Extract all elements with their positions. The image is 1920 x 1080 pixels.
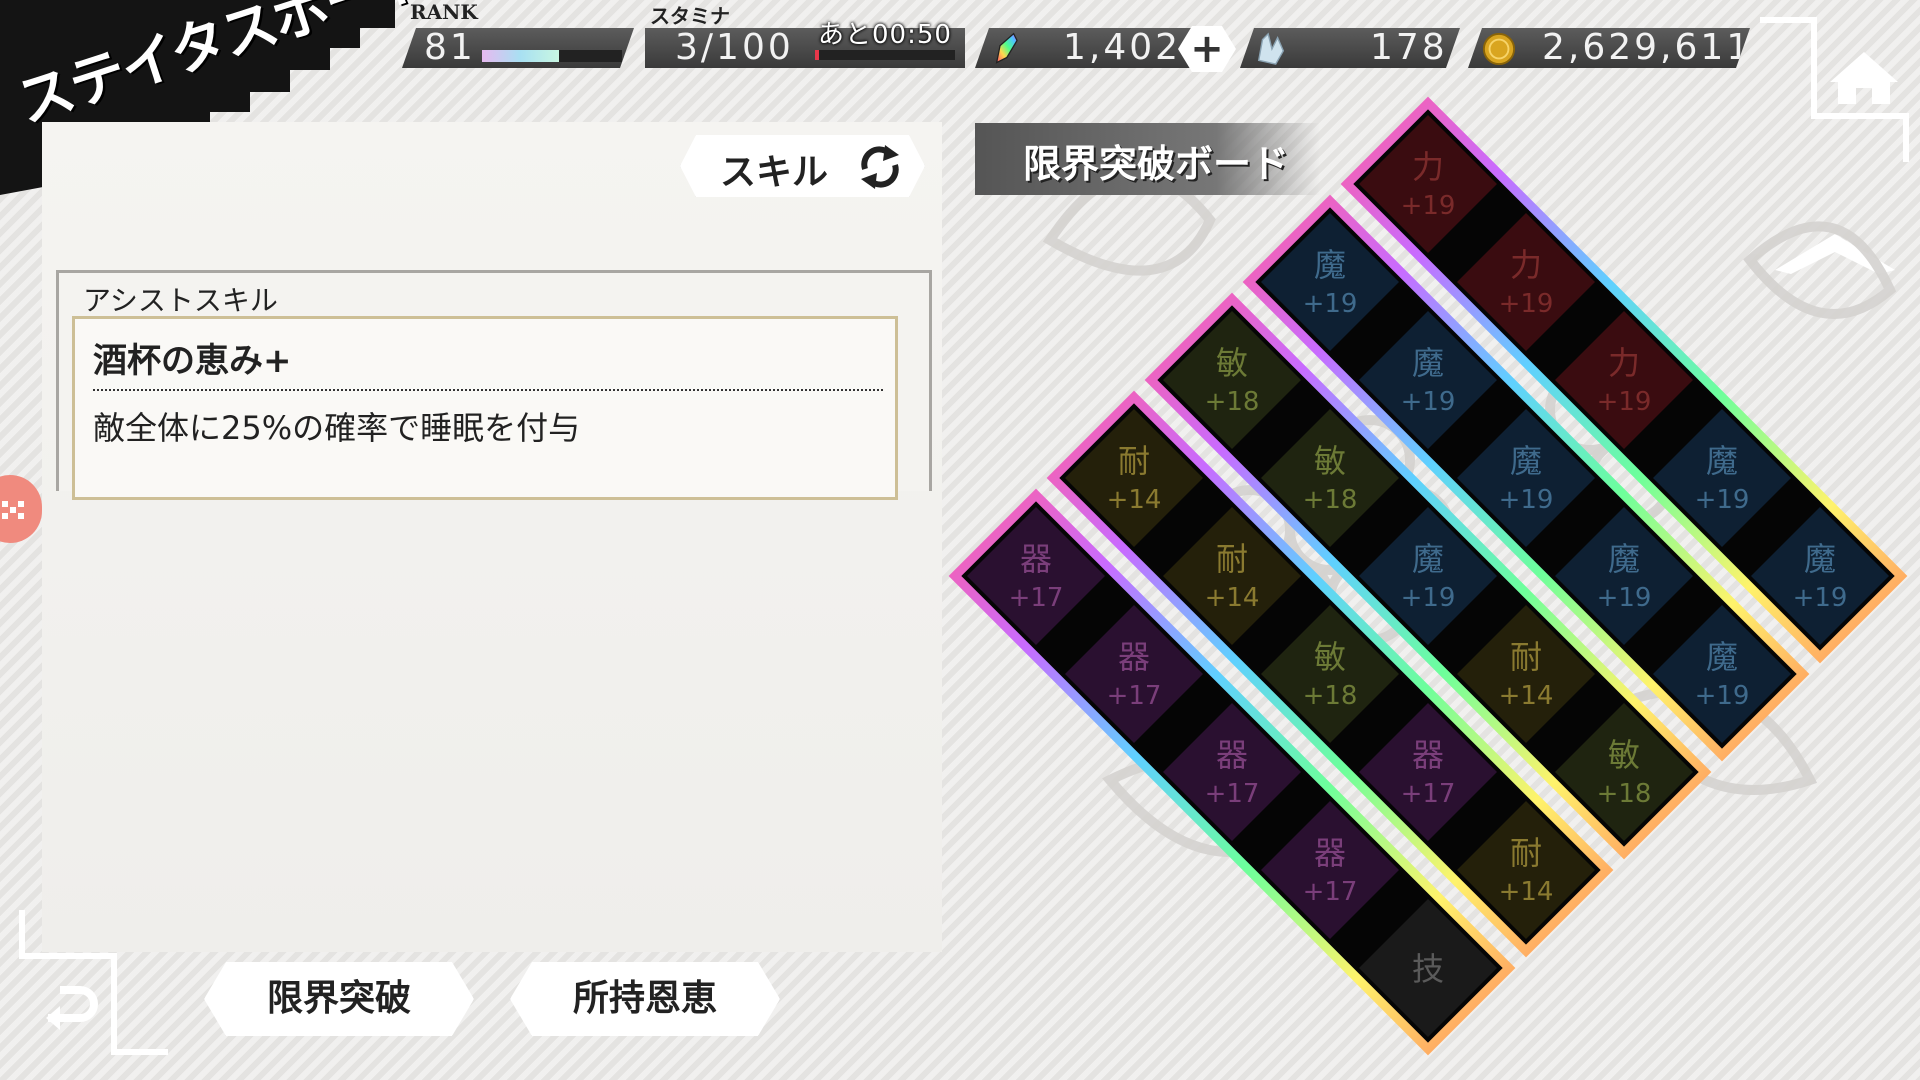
board-cell-value: +18: [1303, 485, 1358, 515]
assist-skill-header: アシストスキル: [83, 284, 278, 317]
board-cell-value: +17: [1107, 681, 1162, 711]
board-cell-stat: 耐: [1510, 834, 1542, 872]
board-cell-value: +19: [1401, 191, 1456, 221]
back-button[interactable]: [18, 910, 168, 1060]
board-cell-value: +19: [1303, 289, 1358, 319]
board-cell-value: +14: [1107, 485, 1162, 515]
board-cell-value: +19: [1401, 583, 1456, 613]
board-cell-value: +19: [1597, 387, 1652, 417]
rank-progress-fill: [482, 50, 559, 62]
rank-pill: 81: [402, 28, 634, 68]
rank-label: RANK: [410, 0, 478, 24]
board-title-plate: 限界突破ボード: [975, 123, 1320, 195]
board-cell-value: +19: [1401, 387, 1456, 417]
board-cell-stat: 耐: [1118, 442, 1150, 480]
board-cell-stat: 耐: [1510, 638, 1542, 676]
stamina-value: 3/100: [675, 27, 794, 68]
board-cell-value: +17: [1303, 877, 1358, 907]
skill-toggle-label: スキル: [720, 152, 829, 193]
board-cell-stat: 敏: [1314, 638, 1346, 676]
board-cell-stat: 敏: [1608, 736, 1640, 774]
stamina-label: スタミナ: [650, 4, 730, 28]
board-cell-value: +19: [1597, 583, 1652, 613]
board-cell-stat: 力: [1412, 148, 1444, 186]
board-cell-value: +19: [1793, 583, 1848, 613]
side-menu-tab[interactable]: [0, 475, 42, 543]
board-cell-stat: 魔: [1804, 540, 1836, 578]
skill-name: 酒杯の恵み+: [93, 341, 292, 381]
board-cell-stat: 器: [1118, 638, 1150, 676]
board-cell-stat: 器: [1314, 834, 1346, 872]
refresh-icon: [855, 145, 905, 189]
board-cell-stat: 魔: [1412, 344, 1444, 382]
board-cell-stat: 力: [1510, 246, 1542, 284]
board-cell-value: +19: [1695, 485, 1750, 515]
board-cell-stat: 魔: [1412, 540, 1444, 578]
board-cell-stat: 敏: [1314, 442, 1346, 480]
board-cell-value: +14: [1205, 583, 1260, 613]
board-cell-value: +18: [1597, 779, 1652, 809]
board-cell-value: +18: [1205, 387, 1260, 417]
board-cell-value: +14: [1499, 877, 1554, 907]
board-cell-stat: 魔: [1608, 540, 1640, 578]
board-cell-value: +19: [1499, 289, 1554, 319]
limit-break-button[interactable]: 限界突破: [204, 962, 474, 1036]
skill-card: 酒杯の恵み+ 敵全体に25%の確率で睡眠を付与: [72, 316, 898, 500]
dots-icon: [2, 501, 24, 519]
stamina-progress-fill: [815, 50, 820, 60]
skill-panel: [42, 122, 942, 952]
board-cell-stat: 魔: [1314, 246, 1346, 284]
board-title: 限界突破ボード: [1023, 142, 1290, 186]
rank-progress-bar: [482, 50, 622, 62]
skill-toggle-button[interactable]: スキル: [680, 135, 925, 197]
board-cell-stat: 力: [1608, 344, 1640, 382]
board-cell-stat: 器: [1216, 736, 1248, 774]
board-cell-value: +18: [1303, 681, 1358, 711]
stamina-pill: 3/100 あと00:50: [645, 20, 965, 68]
board-cell-stat: 魔: [1706, 638, 1738, 676]
stamina-progress-bar: [815, 50, 955, 60]
skill-divider: [93, 389, 883, 391]
board-cell-value: +17: [1205, 779, 1260, 809]
board-cell-value: +17: [1401, 779, 1456, 809]
rank-value: 81: [424, 27, 476, 68]
board-cell-stat: 耐: [1216, 540, 1248, 578]
owned-blessings-button[interactable]: 所持恩恵: [510, 962, 780, 1036]
board-cell-stat: 魔: [1510, 442, 1542, 480]
stamina-timer: あと00:50: [818, 20, 952, 50]
board-cell-value: +19: [1695, 681, 1750, 711]
board-cell-stat: 魔: [1706, 442, 1738, 480]
board-cell-stat: 器: [1412, 736, 1444, 774]
board-cell-stat: 技: [1412, 950, 1444, 988]
skill-description: 敵全体に25%の確率で睡眠を付与: [93, 409, 581, 447]
board-cell-value: +17: [1009, 583, 1064, 613]
board-cell-value: +19: [1499, 485, 1554, 515]
board-cell-stat: 器: [1020, 540, 1052, 578]
board-cell-value: +14: [1499, 681, 1554, 711]
board-cell-stat: 敏: [1216, 344, 1248, 382]
